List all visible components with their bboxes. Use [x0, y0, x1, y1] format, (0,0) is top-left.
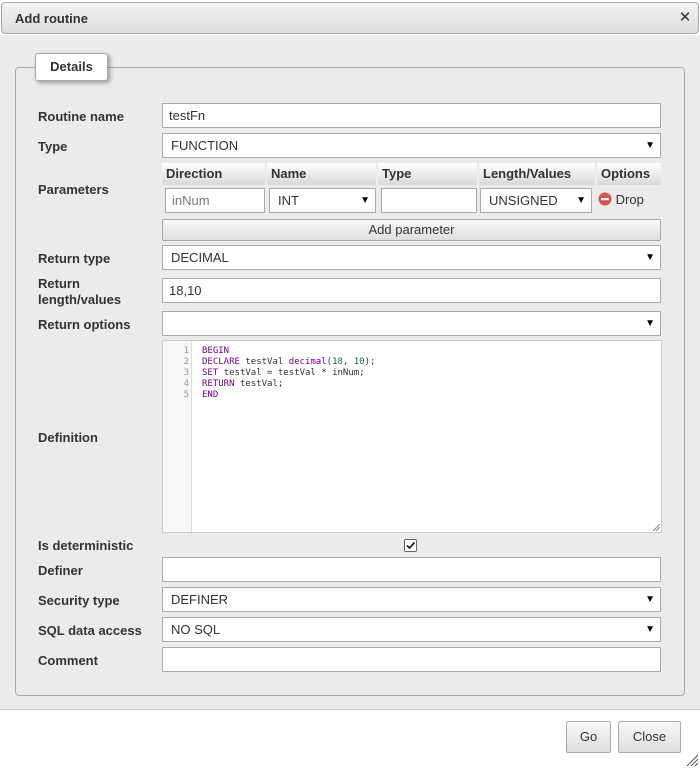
- return-length-label-line1: Return: [38, 276, 80, 291]
- param-direction-input[interactable]: inNum: [165, 188, 265, 213]
- drop-icon: [598, 192, 612, 206]
- details-legend: Details: [35, 53, 108, 81]
- line-number: 1: [183, 346, 189, 356]
- sql-data-access-select[interactable]: NO SQL ▼: [162, 617, 661, 642]
- resize-grip-icon[interactable]: [686, 754, 698, 766]
- comment-label: Comment: [38, 653, 98, 668]
- return-length-input[interactable]: 18,10: [162, 278, 661, 303]
- line-number: 3: [183, 368, 189, 378]
- param-type-input[interactable]: [381, 188, 477, 213]
- param-length-select[interactable]: UNSIGNED ▼: [480, 188, 592, 213]
- checkbox-checked-icon: [406, 541, 416, 550]
- return-type-label: Return type: [38, 251, 111, 266]
- go-button[interactable]: Go: [566, 721, 611, 753]
- return-length-label-line2: length/values: [38, 292, 122, 307]
- definer-input[interactable]: [162, 557, 661, 582]
- routine-name-input[interactable]: testFn: [162, 103, 661, 128]
- return-options-select[interactable]: ▼: [162, 311, 661, 336]
- type-select[interactable]: FUNCTION ▼: [162, 133, 661, 158]
- param-header-options: Options: [597, 163, 661, 185]
- routine-name-label: Routine name: [38, 109, 124, 124]
- chevron-down-icon: ▼: [645, 252, 655, 263]
- drop-label: Drop: [615, 192, 644, 207]
- param-header-direction: Direction: [162, 163, 265, 185]
- resize-grip-icon[interactable]: [652, 523, 660, 531]
- type-label: Type: [38, 139, 68, 154]
- param-header-length: Length/Values: [479, 163, 595, 185]
- chevron-down-icon: ▼: [576, 195, 586, 206]
- definition-label: Definition: [38, 430, 98, 445]
- param-name-value: INT: [278, 193, 299, 208]
- line-number: 4: [183, 379, 189, 389]
- editor-gutter: 1 2 3 4 5: [163, 341, 192, 532]
- code-line: BEGIN: [202, 346, 230, 356]
- type-select-value: FUNCTION: [171, 138, 239, 153]
- chevron-down-icon: ▼: [645, 318, 655, 329]
- parameters-label: Parameters: [38, 182, 109, 197]
- drop-parameter-button[interactable]: Drop: [598, 191, 644, 209]
- security-type-select[interactable]: DEFINER ▼: [162, 587, 661, 612]
- sql-data-access-value: NO SQL: [171, 622, 221, 637]
- add-parameter-button[interactable]: Add parameter: [162, 219, 661, 241]
- line-number: 5: [183, 390, 189, 400]
- add-routine-dialog: Add routine ✕ Details Routine name testF…: [0, 0, 700, 768]
- return-type-select[interactable]: DECIMAL ▼: [162, 245, 661, 270]
- dialog-footer: Go Close: [0, 709, 700, 768]
- param-name-select[interactable]: INT ▼: [269, 188, 376, 213]
- sql-data-access-label: SQL data access: [38, 623, 142, 638]
- code-line: SET testVal = testVal * inNum;: [202, 368, 365, 378]
- code-line: RETURN testVal;: [202, 379, 284, 389]
- close-button[interactable]: Close: [618, 721, 681, 753]
- dialog-title: Add routine: [15, 11, 88, 26]
- close-icon[interactable]: ✕: [677, 10, 693, 26]
- line-number: 2: [183, 357, 189, 367]
- chevron-down-icon: ▼: [360, 195, 370, 206]
- security-type-label: Security type: [38, 593, 120, 608]
- param-header-type: Type: [378, 163, 477, 185]
- definer-label: Definer: [38, 563, 83, 578]
- comment-input[interactable]: [162, 647, 661, 672]
- is-deterministic-label: Is deterministic: [38, 538, 134, 553]
- security-type-value: DEFINER: [171, 592, 229, 607]
- is-deterministic-checkbox[interactable]: [404, 539, 417, 552]
- dialog-titlebar[interactable]: Add routine ✕: [1, 2, 699, 34]
- definition-editor[interactable]: 1 2 3 4 5 BEGIN DECLARE testVal decimal(…: [162, 340, 662, 533]
- param-length-value: UNSIGNED: [489, 193, 558, 208]
- code-line: DECLARE testVal decimal(18, 10);: [202, 357, 376, 367]
- chevron-down-icon: ▼: [645, 624, 655, 635]
- return-options-label: Return options: [38, 317, 131, 332]
- chevron-down-icon: ▼: [645, 140, 655, 151]
- code-line: END: [202, 390, 219, 400]
- param-header-name: Name: [267, 163, 376, 185]
- return-type-value: DECIMAL: [171, 250, 229, 265]
- chevron-down-icon: ▼: [645, 594, 655, 605]
